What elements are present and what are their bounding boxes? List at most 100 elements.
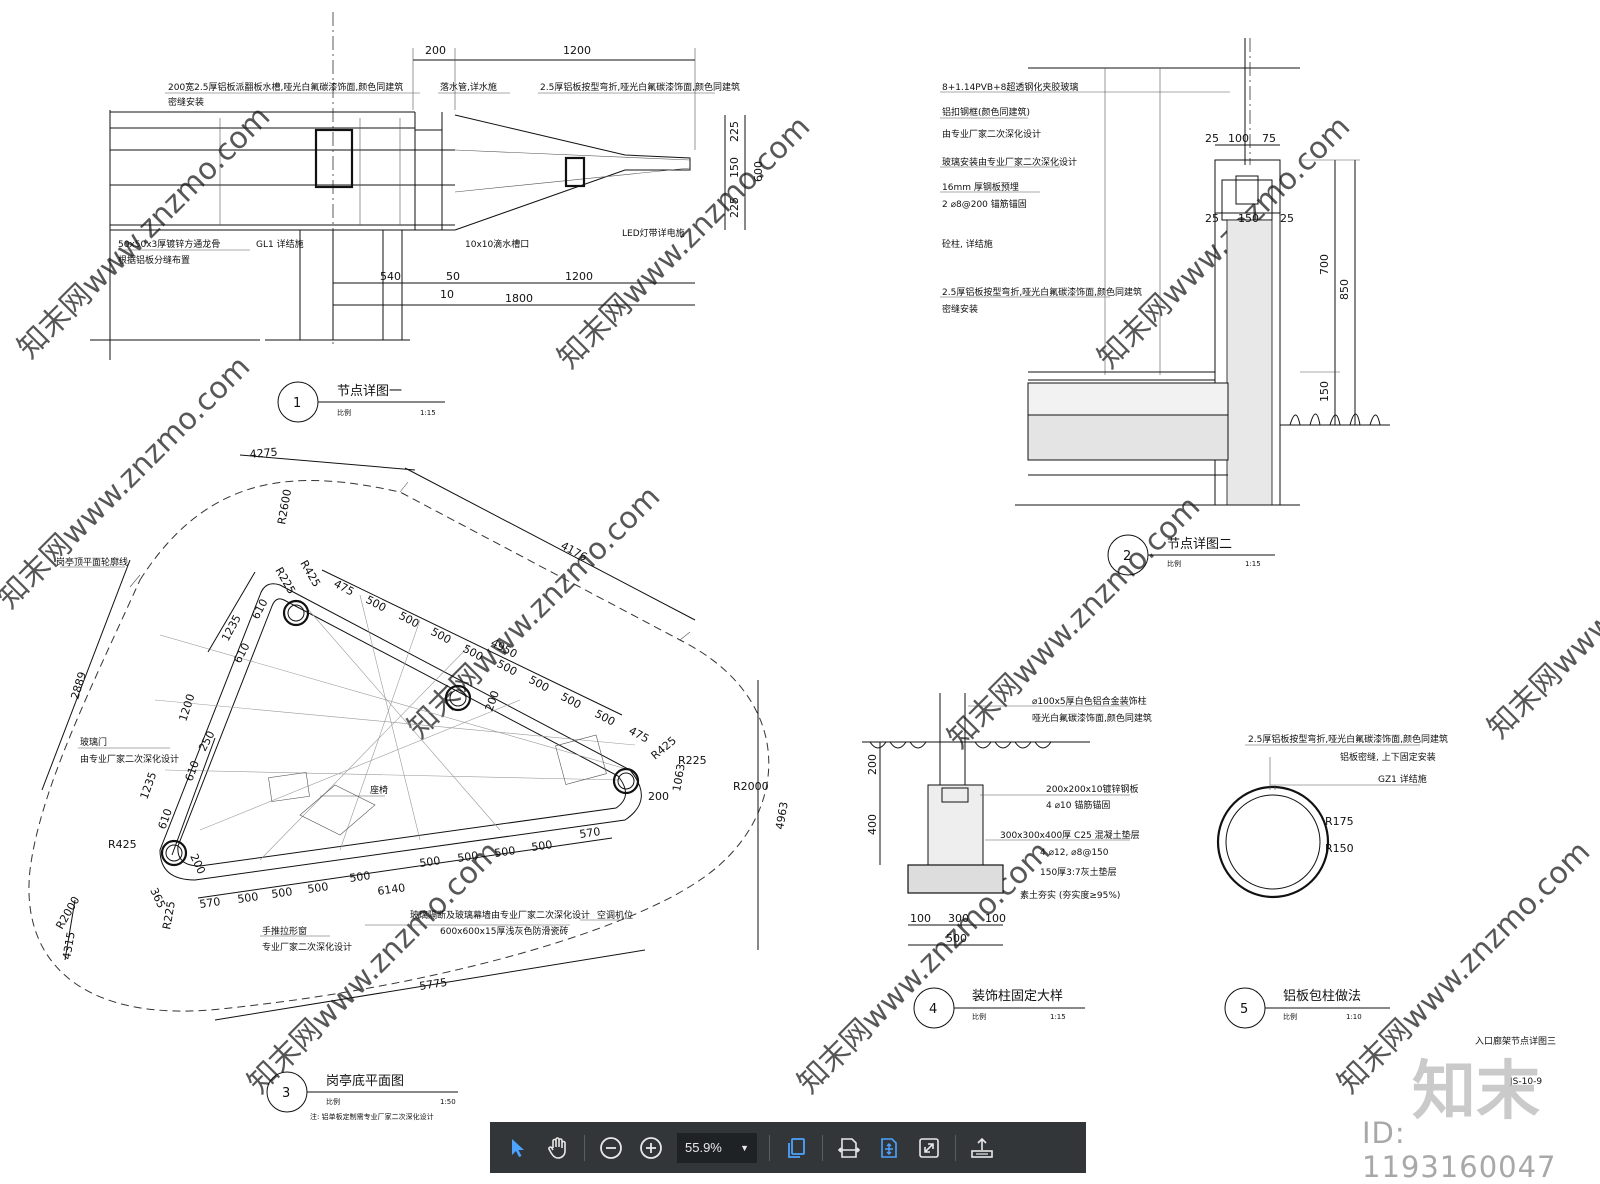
watermark-text: 知末网www.znzmo.com [1091, 109, 1357, 375]
dimension-text: R2000 [53, 894, 82, 931]
fullscreen-button[interactable] [909, 1128, 949, 1168]
zoom-value: 55.9% [685, 1140, 722, 1155]
annotation-text: 300x300x400厚 C25 混凝土垫层 [1000, 829, 1140, 841]
fit-page-button[interactable] [869, 1128, 909, 1168]
annotation-text: 落水管,详水施 [440, 81, 497, 93]
toolbar-separator [584, 1134, 585, 1161]
pages-icon [788, 1137, 805, 1158]
annotation-text: 密缝安装 [168, 96, 204, 108]
annotation-text: 砼柱, 详结施 [942, 238, 993, 250]
dimension-text: 25 [1205, 132, 1219, 145]
hand-tool-button[interactable] [538, 1128, 578, 1168]
dimension-text: 50 [446, 270, 460, 283]
detail-title: 装饰柱固定大样 [972, 989, 1063, 1004]
annotation-text: 200x200x10镀锌钢板 [1046, 783, 1138, 795]
scale-value: 1:15 [1050, 1013, 1066, 1021]
dimension-text: 300 [948, 912, 969, 925]
dimension-text: 1235 [138, 770, 160, 801]
cursor-arrow-icon [512, 1138, 524, 1157]
viewer-toolbar: 55.9% ▼ [490, 1122, 1086, 1173]
dimension-text: 100 [985, 912, 1006, 925]
dimension-text: 100 [910, 912, 931, 925]
annotation-text: 150厚3:7灰土垫层 [1040, 866, 1117, 878]
expand-icon [919, 1137, 939, 1158]
watermark-text: 知末网www.znzmo.com [11, 99, 277, 365]
dimension-text: 500 [271, 885, 294, 901]
annotation-text: 由专业厂家二次深化设计 [80, 753, 179, 765]
scale-value: 1:15 [420, 409, 436, 417]
dimension-text: 1800 [505, 292, 533, 305]
annotation-text: 4 ⌀10 锚筋锚固 [1046, 799, 1110, 811]
dimension-text: 500 [349, 869, 372, 885]
export-button[interactable] [962, 1128, 1002, 1168]
dimension-text: 500 [364, 593, 389, 614]
select-tool-button[interactable] [498, 1128, 538, 1168]
detail-1-section: 200 1200 225 150 225 600 540 50 10 1200 … [90, 12, 765, 423]
annotation-text: 座椅 [370, 784, 388, 796]
detail-number: 4 [929, 1002, 937, 1017]
upload-tray-icon [971, 1137, 993, 1158]
dimension-text: 200 [866, 754, 879, 775]
dimension-text: 500 [494, 844, 517, 860]
annotation-text: 2 ⌀8@200 锚筋锚固 [942, 198, 1027, 210]
zoom-out-button[interactable] [591, 1128, 631, 1168]
cad-drawing-sheet: 知末网www.znzmo.com 知末网www.znzmo.com 知末网www… [0, 12, 1600, 1121]
caret-down-icon: ▼ [740, 1142, 749, 1153]
dimension-text: 500 [946, 932, 967, 945]
annotation-text: 200宽2.5厚铝板派翻板水槽,哑光白氟碳漆饰面,颜色同建筑 [168, 81, 403, 93]
document-view-button[interactable] [776, 1128, 816, 1168]
detail-number: 1 [293, 396, 301, 411]
annotation-text: GL1 详结施 [256, 238, 304, 250]
dimension-text: 500 [237, 890, 260, 906]
annotation-text: 2.5厚铝板按型弯折,哑光白氟碳漆饰面,颜色同建筑 [942, 286, 1142, 298]
dimension-text: 570 [579, 825, 602, 841]
dimension-text: 200 [425, 44, 446, 57]
annotation-text: LED灯带详电施 [622, 227, 685, 239]
zoom-in-button[interactable] [631, 1128, 671, 1168]
annotation-text: 铝扣钢框(颜色同建筑) [942, 106, 1030, 118]
dimension-text: 225 [728, 121, 741, 142]
annotation-text: 根据铝板分缝布置 [118, 254, 190, 266]
watermark-text: 知末网www.znzmo.com [401, 479, 667, 745]
detail-title: 岗亭底平面图 [326, 1073, 404, 1089]
scale-value: 1:10 [1346, 1013, 1362, 1021]
annotation-text: 密缝安装 [942, 303, 978, 315]
dimension-text: R425 [108, 838, 137, 851]
dimension-text: 150 [728, 157, 741, 178]
annotation-text: 哑光白氟碳漆饰面,颜色同建筑 [1032, 712, 1152, 724]
dimension-text: R150 [1325, 842, 1354, 855]
fit-width-icon [837, 1137, 861, 1158]
dimension-text: 570 [199, 895, 222, 911]
dimension-text: 200 [187, 852, 208, 877]
dimension-text: 1200 [565, 270, 593, 283]
annotation-text: 专业厂家二次深化设计 [262, 941, 352, 953]
scale-label: 比例 [1283, 1012, 1297, 1021]
toolbar-separator [822, 1134, 823, 1161]
dimension-text: 500 [419, 854, 442, 870]
dimension-text: 610 [183, 759, 202, 783]
scale-label: 比例 [1167, 559, 1181, 568]
dimension-text: 150 [1318, 381, 1331, 402]
annotation-text: 由专业厂家二次深化设计 [942, 128, 1041, 140]
plus-circle-icon [640, 1136, 662, 1159]
dimension-text: R2600 [275, 488, 294, 525]
scale-value: 1:15 [1245, 560, 1261, 568]
dimension-text: R425 [649, 734, 679, 762]
annotation-text: 铝板密缝, 上下固定安装 [1340, 751, 1436, 763]
detail-title: 铝板包柱做法 [1283, 989, 1361, 1004]
dimension-text: 610 [156, 807, 175, 831]
zoom-select[interactable]: 55.9% ▼ [677, 1132, 757, 1163]
scale-label: 比例 [326, 1097, 340, 1106]
minus-circle-icon [600, 1136, 622, 1159]
annotation-text: 岗亭顶平面轮廓线 [56, 556, 128, 568]
dimension-text: 500 [429, 625, 454, 646]
annotation-text: ⌀100x5厚白色铝合金装饰柱 [1032, 695, 1147, 707]
annotation-text: 4 ⌀12, ⌀8@150 [1040, 848, 1109, 858]
fit-width-button[interactable] [829, 1128, 869, 1168]
dimension-text: 200 [483, 689, 502, 713]
asset-id-label: ID: 1193160047 [1362, 1116, 1557, 1184]
annotation-text: 50x50x3厚镀锌方通龙骨 [118, 238, 220, 250]
dimension-text: 500 [527, 673, 552, 694]
annotation-text: GZ1 详结施 [1378, 773, 1427, 785]
dimension-text: 200 [648, 790, 669, 803]
